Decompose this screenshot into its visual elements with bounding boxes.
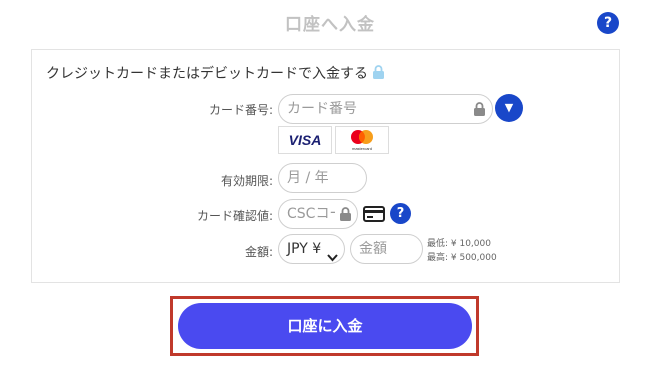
lock-icon (372, 65, 385, 84)
amount-max: 最高: ¥ 500,000 (427, 253, 497, 263)
lock-icon (339, 207, 352, 226)
card-dropdown-button[interactable]: ▼ (495, 94, 523, 122)
currency-select[interactable]: JPY ¥ (278, 234, 345, 264)
form-heading-text: クレジットカードまたはデビットカードで入金する (46, 66, 368, 82)
page-title: 口座へ入金 (285, 15, 375, 35)
mastercard-logo: mastercard (335, 126, 389, 154)
card-number-field[interactable] (278, 94, 493, 124)
chevron-down-icon: ▼ (504, 101, 514, 114)
help-icon[interactable]: ? (597, 12, 619, 34)
amount-limits: 最低: ¥ 10,000 最高: ¥ 500,000 (427, 237, 497, 265)
card-number-label: カード番号: (208, 103, 273, 117)
form-heading: クレジットカードまたはデビットカードで入金する (46, 63, 385, 84)
mastercard-logo-text: mastercard (352, 146, 372, 151)
csc-help-icon[interactable]: ? (390, 203, 411, 224)
amount-input[interactable] (351, 235, 422, 263)
deposit-form: クレジットカードまたはデビットカードで入金する カード番号: ▼ VISA ma… (31, 49, 620, 283)
csc-label: カード確認値: (196, 209, 273, 223)
card-number-input[interactable] (279, 95, 492, 123)
visa-logo-text: VISA (288, 132, 322, 148)
expiry-label: 有効期限: (220, 174, 273, 188)
deposit-button[interactable]: 口座に入金 (178, 303, 472, 349)
visa-logo: VISA (278, 126, 332, 154)
amount-field[interactable] (350, 234, 423, 264)
lock-icon (473, 102, 486, 121)
chevron-down-icon (327, 244, 338, 272)
expiry-field[interactable] (278, 163, 367, 193)
amount-min: 最低: ¥ 10,000 (427, 239, 491, 249)
currency-value: JPY ¥ (287, 241, 322, 257)
expiry-input[interactable] (279, 164, 366, 192)
csc-field[interactable] (278, 199, 358, 229)
amount-label: 金額: (244, 245, 273, 259)
credit-card-icon (363, 206, 385, 226)
